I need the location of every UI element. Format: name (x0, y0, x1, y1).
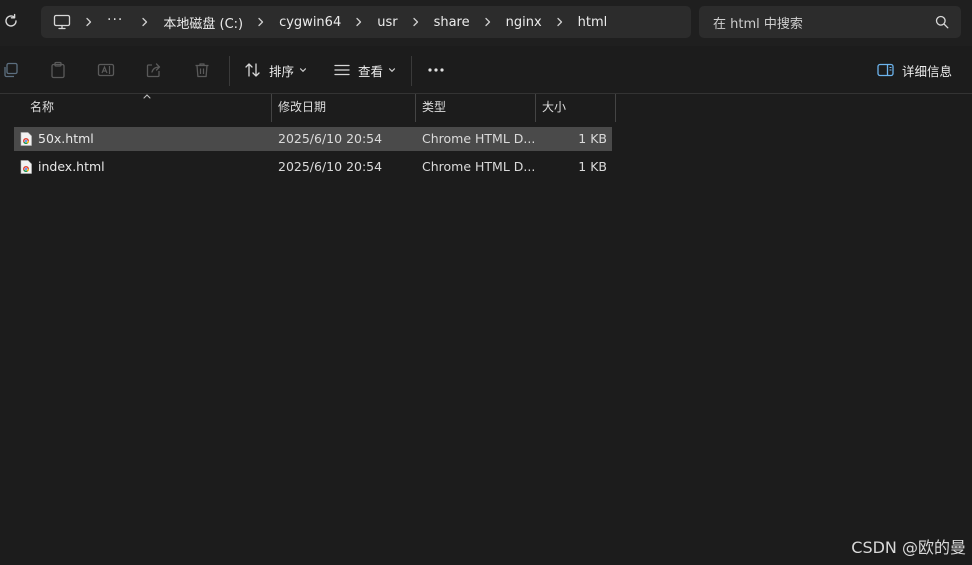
file-type: Chrome HTML D... (422, 159, 534, 174)
file-name: index.html (38, 159, 105, 174)
view-label: 查看 (358, 63, 384, 79)
column-type[interactable]: 类型 (416, 94, 535, 122)
chevron-right-icon (557, 17, 562, 27)
search-placeholder: 在 html 中搜索 (713, 16, 803, 32)
refresh-icon[interactable] (2, 12, 20, 30)
file-row-50x[interactable]: 50x.html 2025/6/10 20:54 Chrome HTML D..… (14, 127, 612, 151)
command-bar: 排序 查看 详细信息 (0, 46, 972, 94)
chevron-right-icon (412, 17, 418, 27)
chevron-down-icon (388, 68, 396, 73)
file-name: 50x.html (38, 131, 94, 146)
more-options-icon[interactable] (426, 60, 446, 80)
view-list-icon (334, 64, 350, 76)
search-box[interactable]: 在 html 中搜索 (699, 6, 961, 38)
file-modified: 2025/6/10 20:54 (278, 159, 383, 174)
address-bar[interactable]: ··· 本地磁盘 (C:) cygwin64 usr share nginx h… (41, 6, 691, 38)
paste-icon[interactable] (49, 61, 67, 79)
view-button[interactable]: 查看 (333, 58, 396, 82)
chevron-right-icon (86, 17, 92, 27)
chrome-html-file-icon (20, 160, 32, 174)
delete-icon[interactable] (193, 61, 211, 79)
details-pane-icon (877, 63, 894, 77)
column-size[interactable]: 大小 (536, 94, 615, 122)
file-size: 1 KB (578, 131, 607, 146)
breadcrumb-share[interactable]: share (434, 15, 470, 30)
watermark: CSDN @欧的曼 (851, 538, 966, 557)
file-row-index[interactable]: index.html 2025/6/10 20:54 Chrome HTML D… (14, 155, 612, 179)
share-icon[interactable] (145, 61, 163, 79)
chevron-right-icon (258, 17, 264, 27)
chevron-down-icon (299, 68, 307, 73)
column-header-row: 名称 修改日期 类型 大小 (0, 94, 972, 122)
chrome-html-file-icon (20, 132, 32, 146)
file-type: Chrome HTML D... (422, 131, 534, 146)
file-modified: 2025/6/10 20:54 (278, 131, 383, 146)
breadcrumb-drive-c[interactable]: 本地磁盘 (C:) (163, 13, 243, 32)
breadcrumb-cygwin64[interactable]: cygwin64 (279, 15, 341, 30)
chevron-right-icon (142, 17, 148, 27)
column-name[interactable]: 名称 (24, 94, 271, 122)
column-modified[interactable]: 修改日期 (272, 94, 415, 122)
breadcrumb-nginx[interactable]: nginx (506, 15, 542, 30)
file-size: 1 KB (578, 159, 607, 174)
this-pc-icon[interactable] (53, 14, 71, 30)
toolbar-divider (229, 56, 230, 86)
address-row: ··· 本地磁盘 (C:) cygwin64 usr share nginx h… (0, 0, 972, 46)
rename-icon[interactable] (97, 61, 115, 79)
search-icon (935, 15, 949, 29)
details-label: 详细信息 (902, 63, 953, 79)
column-divider[interactable] (615, 94, 616, 122)
sort-button[interactable]: 排序 (244, 58, 307, 82)
breadcrumb-usr[interactable]: usr (377, 15, 397, 30)
sort-label: 排序 (269, 63, 295, 79)
copy-icon[interactable] (2, 61, 20, 79)
sort-icon (245, 63, 260, 77)
breadcrumb-overflow[interactable]: ··· (107, 12, 123, 28)
chevron-right-icon (356, 17, 362, 27)
chevron-right-icon (484, 17, 490, 27)
toolbar-divider (411, 56, 412, 86)
details-pane-button[interactable]: 详细信息 (877, 58, 952, 82)
breadcrumb-html[interactable]: html (578, 15, 608, 30)
